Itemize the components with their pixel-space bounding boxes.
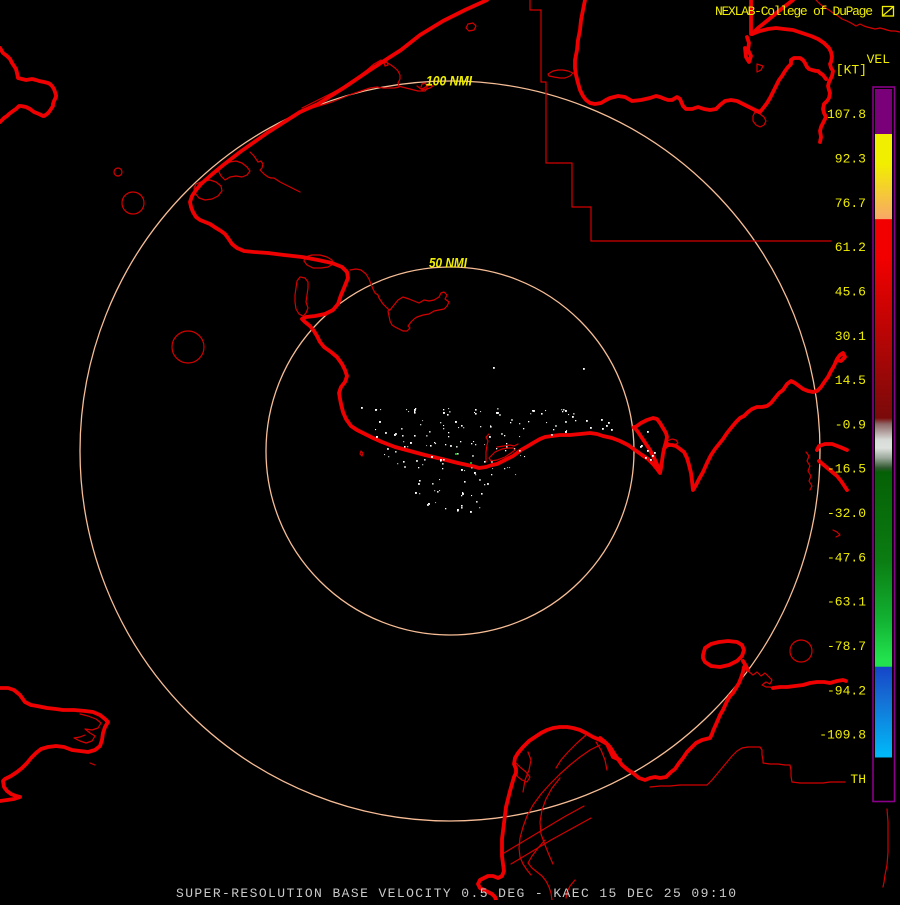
svg-text:76.7: 76.7 <box>835 196 866 211</box>
svg-text:14.5: 14.5 <box>835 373 866 388</box>
svg-text:[KT]: [KT] <box>836 63 867 78</box>
svg-text:VEL: VEL <box>867 52 890 67</box>
svg-text:-16.5: -16.5 <box>827 462 866 477</box>
svg-text:30.1: 30.1 <box>835 329 866 344</box>
svg-text:61.2: 61.2 <box>835 240 866 255</box>
svg-text:-63.1: -63.1 <box>827 595 866 610</box>
svg-text:-94.2: -94.2 <box>827 683 866 698</box>
svg-text:-32.0: -32.0 <box>827 506 866 521</box>
svg-text:45.6: 45.6 <box>835 284 866 299</box>
svg-text:NEXLAB-College of DuPage: NEXLAB-College of DuPage <box>715 4 873 19</box>
svg-text:-109.8: -109.8 <box>819 728 866 743</box>
svg-text:107.8: 107.8 <box>827 107 866 122</box>
svg-text:-47.6: -47.6 <box>827 550 866 565</box>
svg-text:92.3: 92.3 <box>835 151 866 166</box>
svg-text:-78.7: -78.7 <box>827 639 866 654</box>
svg-text:TH: TH <box>850 772 866 787</box>
svg-text:100 NMI: 100 NMI <box>426 73 473 89</box>
svg-text:-0.9: -0.9 <box>835 417 866 432</box>
svg-text:50 NMI: 50 NMI <box>429 255 468 271</box>
svg-text:SUPER-RESOLUTION BASE VELOCITY: SUPER-RESOLUTION BASE VELOCITY 0.5 DEG -… <box>176 886 736 900</box>
